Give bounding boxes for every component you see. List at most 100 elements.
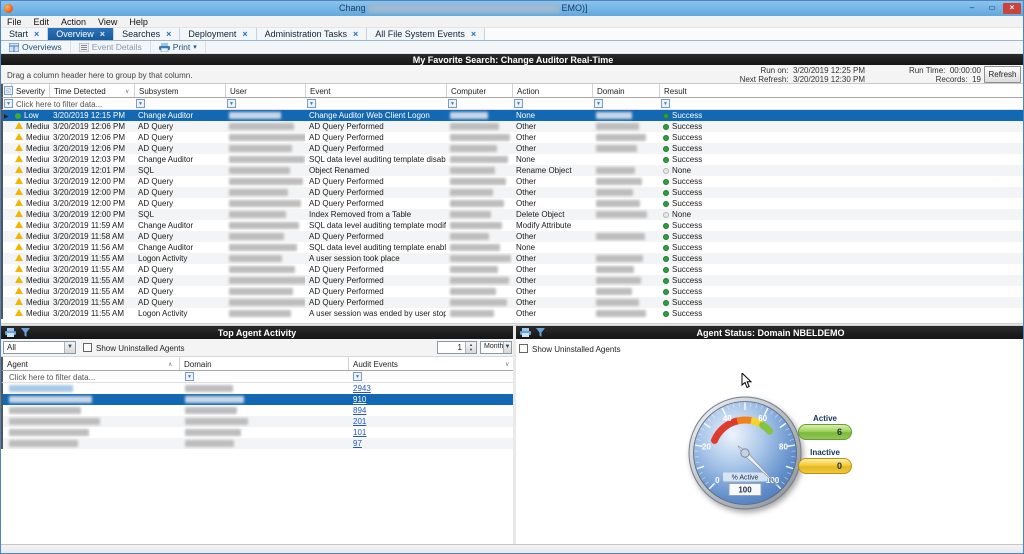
menu-item-help[interactable]: Help — [123, 17, 154, 27]
table-row[interactable]: Medium3/20/2019 11:55 AMLogon ActivityA … — [3, 308, 1024, 319]
filter-icon[interactable] — [21, 328, 30, 337]
sort-descending-icon[interactable]: ∨ — [505, 361, 509, 368]
filter-icon[interactable]: ▼ — [307, 99, 316, 108]
sort-descending-icon[interactable]: ∨ — [125, 88, 129, 95]
agent-row[interactable]: 910 — [3, 394, 513, 405]
table-row[interactable]: Medium3/20/2019 11:59 AMChange AuditorSQ… — [3, 220, 1024, 231]
status-show-uninstalled-checkbox[interactable] — [519, 344, 528, 353]
column-header-severity[interactable]: Severity — [11, 84, 49, 97]
column-header-user[interactable]: User — [225, 84, 305, 97]
redacted-agent — [9, 418, 100, 425]
tab-overview[interactable]: Overview× — [48, 28, 114, 40]
filter-icon[interactable]: ▼ — [4, 99, 13, 108]
tab-close-icon[interactable]: × — [242, 29, 247, 39]
menu-item-view[interactable]: View — [92, 17, 123, 27]
column-header-domain[interactable]: Domain — [592, 84, 659, 97]
close-button[interactable]: × — [1003, 3, 1021, 14]
column-header-event[interactable]: Event — [305, 84, 446, 97]
agent-column-header-agent[interactable]: Agent — [3, 357, 179, 370]
table-row[interactable]: Medium3/20/2019 12:06 PMAD QueryAD Query… — [3, 121, 1024, 132]
audit-events-link[interactable]: 97 — [353, 439, 362, 448]
column-header-result[interactable]: Result — [659, 84, 747, 97]
tab-administration-tasks[interactable]: Administration Tasks× — [257, 28, 368, 40]
sort-ascending-icon[interactable]: ∧ — [168, 361, 172, 368]
toolbar-print[interactable]: Print▾ — [151, 41, 206, 53]
filter-icon[interactable]: ▼ — [661, 99, 670, 108]
print-icon[interactable] — [5, 328, 16, 337]
column-header-time-detected[interactable]: Time Detected — [49, 84, 134, 97]
table-row[interactable]: Medium3/20/2019 12:06 PMAD QueryAD Query… — [3, 143, 1024, 154]
agent-row[interactable]: 201 — [3, 416, 513, 427]
events-filter-row[interactable]: ▼Click here to filter data...▼▼▼▼▼▼▼ — [1, 98, 1024, 110]
table-row[interactable]: Medium3/20/2019 12:06 PMAD QueryAD Query… — [3, 132, 1024, 143]
filter-icon[interactable]: ▼ — [227, 99, 236, 108]
vertical-splitter[interactable] — [513, 326, 516, 544]
table-row[interactable]: Medium3/20/2019 11:55 AMLogon ActivityA … — [3, 253, 1024, 264]
table-row[interactable]: Medium3/20/2019 11:55 AMAD QueryAD Query… — [3, 297, 1024, 308]
filter-icon[interactable]: ▼ — [514, 99, 523, 108]
menu-item-edit[interactable]: Edit — [28, 17, 56, 27]
table-row[interactable]: Medium3/20/2019 11:55 AMAD QueryAD Query… — [3, 264, 1024, 275]
table-row[interactable]: Medium3/20/2019 12:00 PMAD QueryAD Query… — [3, 176, 1024, 187]
show-uninstalled-checkbox[interactable] — [83, 343, 92, 352]
toolbar-overviews[interactable]: Overviews — [1, 41, 71, 53]
filter-icon[interactable]: ▼ — [448, 99, 457, 108]
minimize-button[interactable]: – — [963, 3, 981, 14]
filter-icon[interactable]: ▼ — [185, 372, 194, 381]
table-row[interactable]: Medium3/20/2019 12:01 PMSQLObject Rename… — [3, 165, 1024, 176]
tab-start[interactable]: Start× — [1, 28, 48, 40]
table-row[interactable]: Medium3/20/2019 12:00 PMAD QueryAD Query… — [3, 198, 1024, 209]
tab-close-icon[interactable]: × — [34, 29, 39, 39]
agent-column-header-audit-events[interactable]: Audit Events — [348, 357, 515, 370]
toolbar-event-details[interactable]: Event Details — [71, 41, 151, 53]
maximize-button[interactable]: ▭ — [983, 3, 1001, 14]
inactive-count-pill[interactable]: 0 — [798, 458, 852, 474]
table-row[interactable]: Medium3/20/2019 11:55 AMAD QueryAD Query… — [3, 275, 1024, 286]
agent-filter-row[interactable]: Click here to filter data... ▼ ▼ — [1, 371, 513, 383]
audit-events-link[interactable]: 894 — [353, 406, 366, 415]
tab-deployment[interactable]: Deployment× — [180, 28, 256, 40]
filter-icon[interactable]: ▼ — [594, 99, 603, 108]
menu-item-action[interactable]: Action — [55, 17, 92, 27]
tab-searches[interactable]: Searches× — [114, 28, 180, 40]
spinner-arrows-icon[interactable]: ▲▼ — [465, 342, 476, 353]
table-row[interactable]: Medium3/20/2019 12:03 PMChange AuditorSQ… — [3, 154, 1024, 165]
refresh-button[interactable]: Refresh — [984, 66, 1021, 83]
column-header-computer[interactable]: Computer — [446, 84, 512, 97]
active-count-pill[interactable]: 6 — [798, 424, 852, 440]
agent-row[interactable]: 97 — [3, 438, 513, 449]
tab-close-icon[interactable]: × — [166, 29, 171, 39]
filter-icon[interactable]: ▼ — [136, 99, 145, 108]
period-unit-dropdown[interactable]: Months ▼ — [480, 341, 512, 354]
filter-icon[interactable] — [536, 328, 545, 337]
menu-item-file[interactable]: File — [1, 17, 28, 27]
column-header-subsystem[interactable]: Subsystem — [134, 84, 225, 97]
table-row[interactable]: ▶Low3/20/2019 12:15 PMChange AuditorChan… — [3, 110, 1024, 121]
select-all-icon[interactable]: ◱ — [4, 86, 13, 95]
audit-events-link[interactable]: 2943 — [353, 384, 371, 393]
cell-subsystem: AD Query — [134, 231, 225, 242]
tab-close-icon[interactable]: × — [353, 29, 358, 39]
tab-close-icon[interactable]: × — [100, 29, 105, 39]
table-row[interactable]: Medium3/20/2019 11:56 AMChange AuditorSQ… — [3, 242, 1024, 253]
agent-filter-dropdown[interactable]: All ▼ — [3, 341, 76, 354]
agent-filter-placeholder[interactable]: Click here to filter data... — [9, 373, 95, 382]
table-row[interactable]: Medium3/20/2019 11:55 AMAD QueryAD Query… — [3, 286, 1024, 297]
agent-row[interactable]: 894 — [3, 405, 513, 416]
print-icon[interactable] — [520, 328, 531, 337]
table-row[interactable]: Medium3/20/2019 12:00 PMSQLIndex Removed… — [3, 209, 1024, 220]
column-header-action[interactable]: Action — [512, 84, 592, 97]
period-spinner[interactable]: 1 ▲▼ — [437, 341, 477, 354]
audit-events-link[interactable]: 910 — [353, 395, 366, 404]
filter-icon[interactable]: ▼ — [353, 372, 362, 381]
tab-close-icon[interactable]: × — [471, 29, 476, 39]
agent-row[interactable]: 2943 — [3, 383, 513, 394]
table-row[interactable]: Medium3/20/2019 11:58 AMAD QueryAD Query… — [3, 231, 1024, 242]
tab-all-file-system-events[interactable]: All File System Events× — [367, 28, 485, 40]
table-row[interactable]: Medium3/20/2019 12:00 PMAD QueryAD Query… — [3, 187, 1024, 198]
events-filter-placeholder[interactable]: Click here to filter data... — [16, 100, 102, 109]
audit-events-link[interactable]: 201 — [353, 417, 366, 426]
agent-column-header-domain[interactable]: Domain — [179, 357, 348, 370]
agent-row[interactable]: 101 — [3, 427, 513, 438]
audit-events-link[interactable]: 101 — [353, 428, 366, 437]
